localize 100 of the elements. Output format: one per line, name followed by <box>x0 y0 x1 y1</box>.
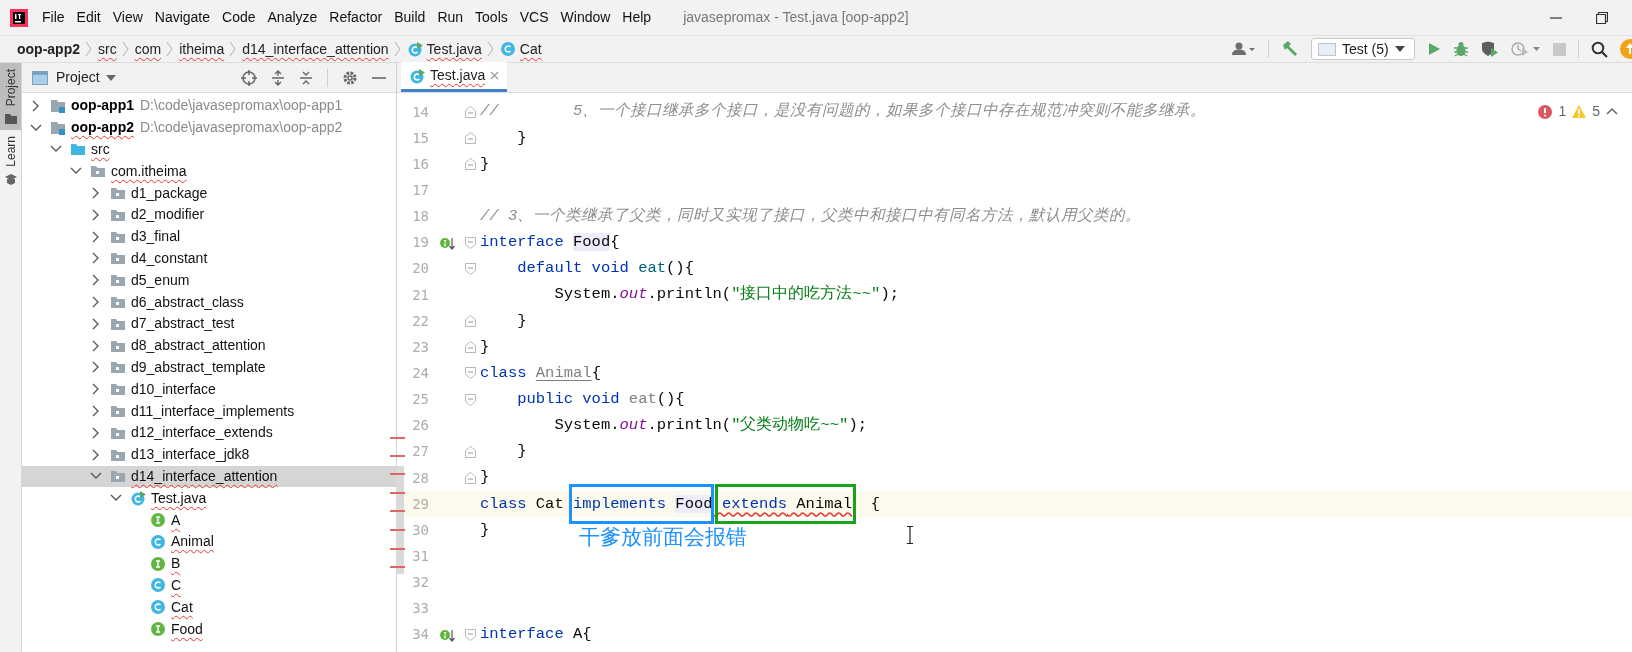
code-line: } <box>480 336 490 358</box>
code-line: // 3、一个类继承了父类，同时又实现了接口，父类中和接口中有同名方法，默认用父类的。 <box>480 206 1142 227</box>
tree-item[interactable]: C <box>22 574 396 597</box>
change-marker <box>390 510 405 512</box>
breadcrumb[interactable]: oop-app2 <box>12 38 85 60</box>
fold-icon[interactable] <box>465 341 476 354</box>
fold-icon[interactable] <box>465 393 476 406</box>
tree-item[interactable]: Cat <box>22 596 396 619</box>
tree-item[interactable]: d4_constant <box>22 247 396 270</box>
class-icon <box>150 599 166 616</box>
class-file-icon <box>406 41 423 57</box>
implemented-icon[interactable] <box>439 627 455 642</box>
coverage-icon[interactable] <box>1481 41 1499 57</box>
profiler-icon[interactable] <box>1511 41 1541 57</box>
breadcrumb[interactable]: itheima <box>174 38 230 60</box>
menu-item[interactable]: Window <box>554 7 617 28</box>
menu-item[interactable]: Analyze <box>261 7 324 28</box>
bug-icon[interactable] <box>1453 41 1469 57</box>
search-icon[interactable] <box>1591 40 1608 58</box>
fold-icon[interactable] <box>465 132 476 145</box>
tree-item[interactable]: A <box>22 509 396 531</box>
tree-item[interactable]: d6_abstract_class <box>22 291 396 313</box>
fold-icon[interactable] <box>465 236 476 249</box>
tree-item[interactable]: d8_abstract_attention <box>22 334 396 357</box>
code-line: class Cat implements Food extends Animal { <box>480 493 881 515</box>
breadcrumb[interactable]: src <box>93 38 122 60</box>
tree-item[interactable]: oop-app2 D:\code\javasepromax\oop-app2 <box>22 116 396 139</box>
tree-item[interactable]: d7_abstract_test <box>22 312 396 335</box>
line-number: 29 <box>411 494 429 514</box>
tree-item[interactable]: d1_package <box>22 182 396 204</box>
menu-item[interactable]: Build <box>388 7 432 28</box>
code-line: default void eat(){ <box>516 258 694 280</box>
tree-item[interactable]: d14_interface_attention <box>22 465 396 488</box>
chevron-up-icon[interactable] <box>1606 107 1618 116</box>
implemented-icon[interactable] <box>439 235 455 250</box>
tree-item[interactable]: B <box>22 552 396 575</box>
fold-icon[interactable] <box>465 315 476 328</box>
menu-item[interactable]: Tools <box>469 7 514 28</box>
tree-item[interactable]: d9_abstract_template <box>22 356 396 379</box>
tree-item[interactable]: oop-app1 D:\code\javasepromax\oop-app1 <box>22 95 396 117</box>
menu-item[interactable]: Refactor <box>323 7 389 28</box>
tool-window-tab[interactable]: Learn <box>0 130 21 192</box>
run-configuration-dropdown[interactable]: Test (5) <box>1311 38 1415 60</box>
line-number: 22 <box>411 311 429 331</box>
stop-icon[interactable] <box>1553 42 1566 56</box>
menu-item[interactable]: Navigate <box>148 7 217 28</box>
error-icon <box>1538 104 1553 119</box>
fold-icon[interactable] <box>465 367 476 380</box>
tree-item[interactable]: d2_modifier <box>22 204 396 226</box>
target-icon[interactable] <box>241 69 257 86</box>
restore-icon[interactable] <box>1596 11 1608 24</box>
close-icon[interactable] <box>490 71 500 80</box>
change-marker <box>390 548 405 550</box>
menu-item[interactable]: Run <box>431 7 470 28</box>
chevron-icon <box>85 41 93 57</box>
settings-icon[interactable] <box>342 69 358 86</box>
tree-item[interactable]: d11_interface_implements <box>22 400 396 422</box>
code-line: } <box>516 441 527 463</box>
tree-item[interactable]: com.itheima <box>22 160 396 183</box>
user-icon[interactable] <box>1232 42 1256 56</box>
expand-all-icon[interactable] <box>271 69 285 86</box>
menu-item[interactable]: Code <box>216 7 262 28</box>
menu-item[interactable]: Help <box>616 7 658 28</box>
breadcrumb[interactable]: Cat <box>494 38 547 60</box>
minimize-panel-icon[interactable] <box>372 75 386 80</box>
fold-icon[interactable] <box>465 445 476 458</box>
menu-item[interactable]: VCS <box>513 7 555 28</box>
editor-tab[interactable]: Test.java <box>401 62 508 92</box>
fold-icon[interactable] <box>465 106 476 119</box>
breadcrumb[interactable]: d14_interface_attention <box>237 38 394 60</box>
fold-icon[interactable] <box>465 472 476 485</box>
menu-item[interactable]: File <box>36 7 71 28</box>
menu-item[interactable]: Edit <box>70 7 107 28</box>
tree-item[interactable]: d3_final <box>22 225 396 248</box>
change-marker <box>390 473 405 475</box>
chevron-icon <box>121 41 130 57</box>
code-line: } <box>516 310 527 332</box>
fold-icon[interactable] <box>465 262 476 275</box>
collapse-all-icon[interactable] <box>299 69 313 86</box>
tree-item[interactable]: d5_enum <box>22 269 396 292</box>
breadcrumb[interactable]: Test.java <box>401 38 487 60</box>
tree-item[interactable]: Food <box>22 618 396 640</box>
tree-item[interactable]: src <box>22 138 396 161</box>
tree-item[interactable]: Animal <box>22 530 396 553</box>
line-number: 31 <box>411 546 429 566</box>
tree-item[interactable]: Test.java <box>22 487 396 510</box>
tool-window-tab[interactable]: Project <box>0 63 21 131</box>
panel-title-dropdown[interactable]: Project <box>56 67 116 88</box>
run-icon[interactable] <box>1427 42 1441 56</box>
folder-icon <box>4 112 17 125</box>
hammer-icon[interactable] <box>1281 40 1299 58</box>
warning-icon <box>1572 105 1587 118</box>
fold-icon[interactable] <box>465 158 476 171</box>
tree-item[interactable]: d12_interface_extends <box>22 421 396 444</box>
fold-icon[interactable] <box>465 628 476 641</box>
tree-item[interactable]: d10_interface <box>22 378 396 401</box>
breadcrumb[interactable]: com <box>129 38 167 60</box>
tree-item[interactable]: d13_interface_jdk8 <box>22 443 396 466</box>
code-line: } <box>480 153 490 175</box>
menu-item[interactable]: View <box>106 7 149 28</box>
